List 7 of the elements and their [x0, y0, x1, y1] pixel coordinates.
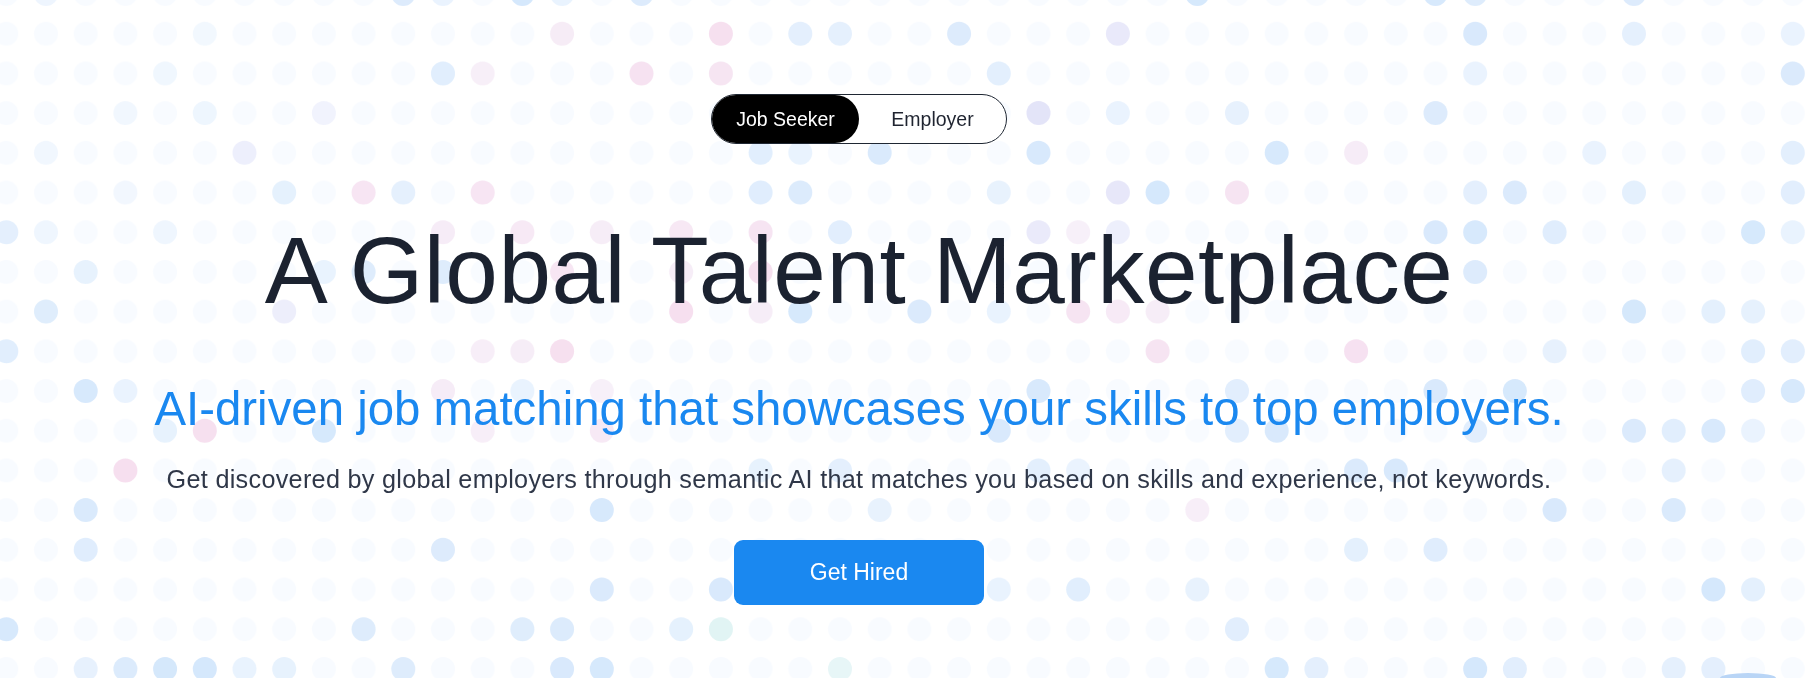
role-tab[interactable]: Employer	[859, 95, 1006, 143]
hero-description: Get discovered by global employers through semantic AI that matches you based on skills and experience, not keywords.	[166, 464, 1552, 495]
floating-action-button[interactable]	[1720, 673, 1776, 678]
role-tab[interactable]: Job Seeker	[712, 95, 859, 143]
hero-subtitle: AI-driven job matching that showcases your skills to top employers.	[154, 381, 1564, 437]
get-hired-button[interactable]: Get Hired	[734, 540, 984, 606]
hero-title: A Global Talent Marketplace	[264, 216, 1454, 325]
